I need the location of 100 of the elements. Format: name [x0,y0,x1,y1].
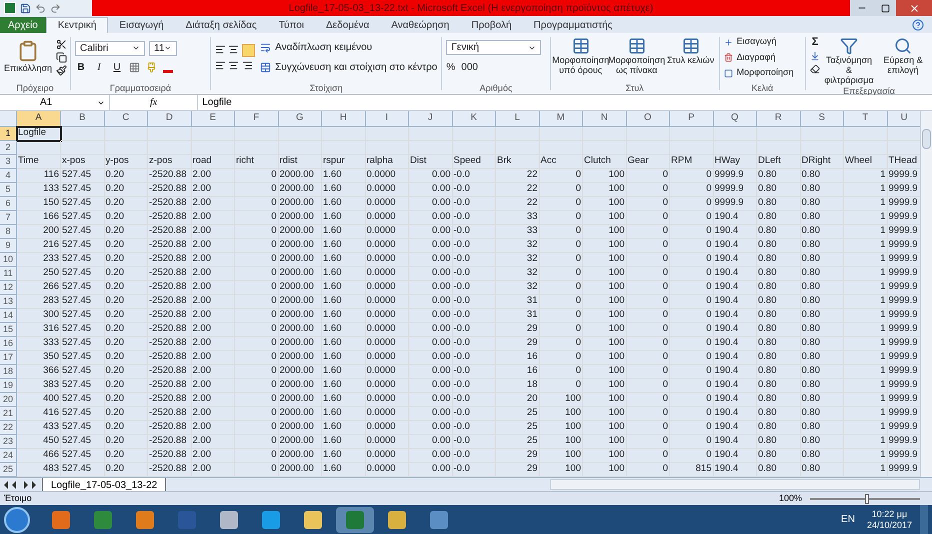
row-header[interactable]: 18 [0,365,17,379]
row-header[interactable]: 22 [0,421,17,435]
vertical-scrollbar[interactable] [920,111,932,477]
language-indicator[interactable]: EN [841,512,855,527]
file-tab[interactable]: Αρχείο [0,17,46,33]
merge-center-button[interactable]: Συγχώνευση και στοίχιση στο κέντρο [260,60,438,75]
align-top-icon[interactable] [215,44,226,55]
row-header[interactable]: 14 [0,309,17,323]
column-header[interactable]: R [757,111,800,126]
column-header[interactable]: C [104,111,148,126]
column-header[interactable]: J [409,111,452,126]
editing-button[interactable]: Εύρεση & επιλογή [878,37,928,75]
font-size-field[interactable]: 11 [149,40,177,56]
row-header[interactable]: 8 [0,225,17,239]
column-header[interactable]: G [278,111,322,126]
ribbon-tab[interactable]: Διάταξη σελίδας [174,17,268,33]
paintbrush-icon[interactable] [56,65,68,76]
column-header[interactable]: B [61,111,104,126]
underline-button[interactable]: U [111,60,123,74]
row-header[interactable]: 15 [0,323,17,337]
column-header[interactable]: N [583,111,626,126]
align-right-icon[interactable] [242,60,253,71]
row-header[interactable]: 21 [0,407,17,421]
align-middle-icon[interactable] [228,44,240,55]
help-icon[interactable] [912,19,924,31]
italic-button[interactable]: I [93,60,105,74]
percent-button[interactable]: % [446,60,456,75]
scissors-icon[interactable] [56,39,68,50]
close-button[interactable] [896,0,932,16]
column-header[interactable]: M [540,111,583,126]
maximize-button[interactable] [874,0,896,16]
borders-icon[interactable] [129,62,140,72]
slider-thumb[interactable] [865,494,869,504]
column-header[interactable]: T [844,111,888,126]
column-header[interactable]: S [800,111,844,126]
row-header[interactable]: 1 [0,127,17,141]
align-center-icon[interactable] [228,60,240,71]
row-header[interactable]: 9 [0,239,17,253]
name-box[interactable]: A1 [0,95,110,110]
thousands-button[interactable]: 000 [461,60,478,75]
column-header[interactable]: Q [714,111,757,126]
clock-date[interactable]: 24/10/2017 [866,520,912,530]
column-header[interactable]: L [496,111,540,126]
cells-button[interactable]: Μορφοποίηση [724,66,802,80]
cells-button[interactable]: Διαγραφή [724,50,802,64]
row-header[interactable]: 17 [0,351,17,365]
ribbon-tab[interactable]: Προβολή [460,17,523,33]
horizontal-scrollbar[interactable] [550,479,920,490]
autosum-button[interactable]: Σ [810,37,820,48]
row-header[interactable]: 24 [0,449,17,463]
app-logo-icon[interactable] [4,2,16,14]
taskbar-app-button[interactable] [336,506,374,532]
sheet-navigation-icon[interactable] [4,480,38,488]
ribbon-tab[interactable]: Αναθεώρηση [380,17,460,33]
row-header[interactable]: 3 [0,155,17,169]
fill-color-icon[interactable] [146,62,157,72]
column-header[interactable]: D [148,111,192,126]
formula-field[interactable]: Logfile [197,95,932,110]
row-header[interactable]: 7 [0,211,17,225]
eraser-icon[interactable] [810,64,820,74]
number-format-field[interactable]: Γενική [446,40,542,55]
column-header[interactable]: K [452,111,496,126]
ribbon-tab[interactable]: Εισαγωγή [108,17,175,33]
editing-button[interactable]: Ταξινόμηση & φιλτράρισμα [824,37,874,85]
row-header[interactable]: 16 [0,337,17,351]
scroll-thumb[interactable] [922,129,931,149]
column-header[interactable]: A [17,111,61,126]
zoom-slider[interactable] [810,494,920,504]
fill-down-icon[interactable] [810,51,820,61]
row-header[interactable]: 4 [0,169,17,183]
column-header[interactable]: F [235,111,278,126]
save-icon[interactable] [20,2,31,14]
ribbon-tab[interactable]: Κεντρική [46,17,108,33]
bold-button[interactable]: B [75,60,87,74]
undo-icon[interactable] [35,2,46,14]
ribbon-tab[interactable]: Τύποι [268,17,315,33]
align-left-icon[interactable] [215,60,226,71]
row-header[interactable]: 20 [0,393,17,407]
column-header[interactable]: I [366,111,409,126]
style-button[interactable]: Μορφοποίηση υπό όρους [554,37,607,75]
row-header[interactable]: 13 [0,295,17,309]
wrap-text-button[interactable]: Αναδίπλωση κειμένου [260,40,438,55]
row-header[interactable]: 11 [0,267,17,281]
copy-icon[interactable] [56,52,68,63]
column-header[interactable]: P [670,111,714,126]
cells-button[interactable]: Εισαγωγή [724,35,802,49]
column-header[interactable]: O [626,111,670,126]
ribbon-tab[interactable]: Προγραμματιστής [522,17,624,33]
row-header[interactable]: 6 [0,197,17,211]
row-header[interactable]: 23 [0,435,17,449]
function-label[interactable]: fx [110,95,198,110]
style-button[interactable]: Μορφοποίηση ως πίνακα [610,37,663,75]
sheet-tab[interactable]: Logfile_17-05-03_13-22 [42,478,166,492]
row-header[interactable]: 19 [0,379,17,393]
clock-time[interactable]: 10:22 μμ [872,508,908,520]
column-header[interactable]: E [192,111,235,126]
redo-icon[interactable] [50,2,61,14]
start-orb-icon[interactable] [4,506,30,532]
style-button[interactable]: Στυλ κελιών [666,37,715,65]
row-header[interactable]: 12 [0,281,17,295]
